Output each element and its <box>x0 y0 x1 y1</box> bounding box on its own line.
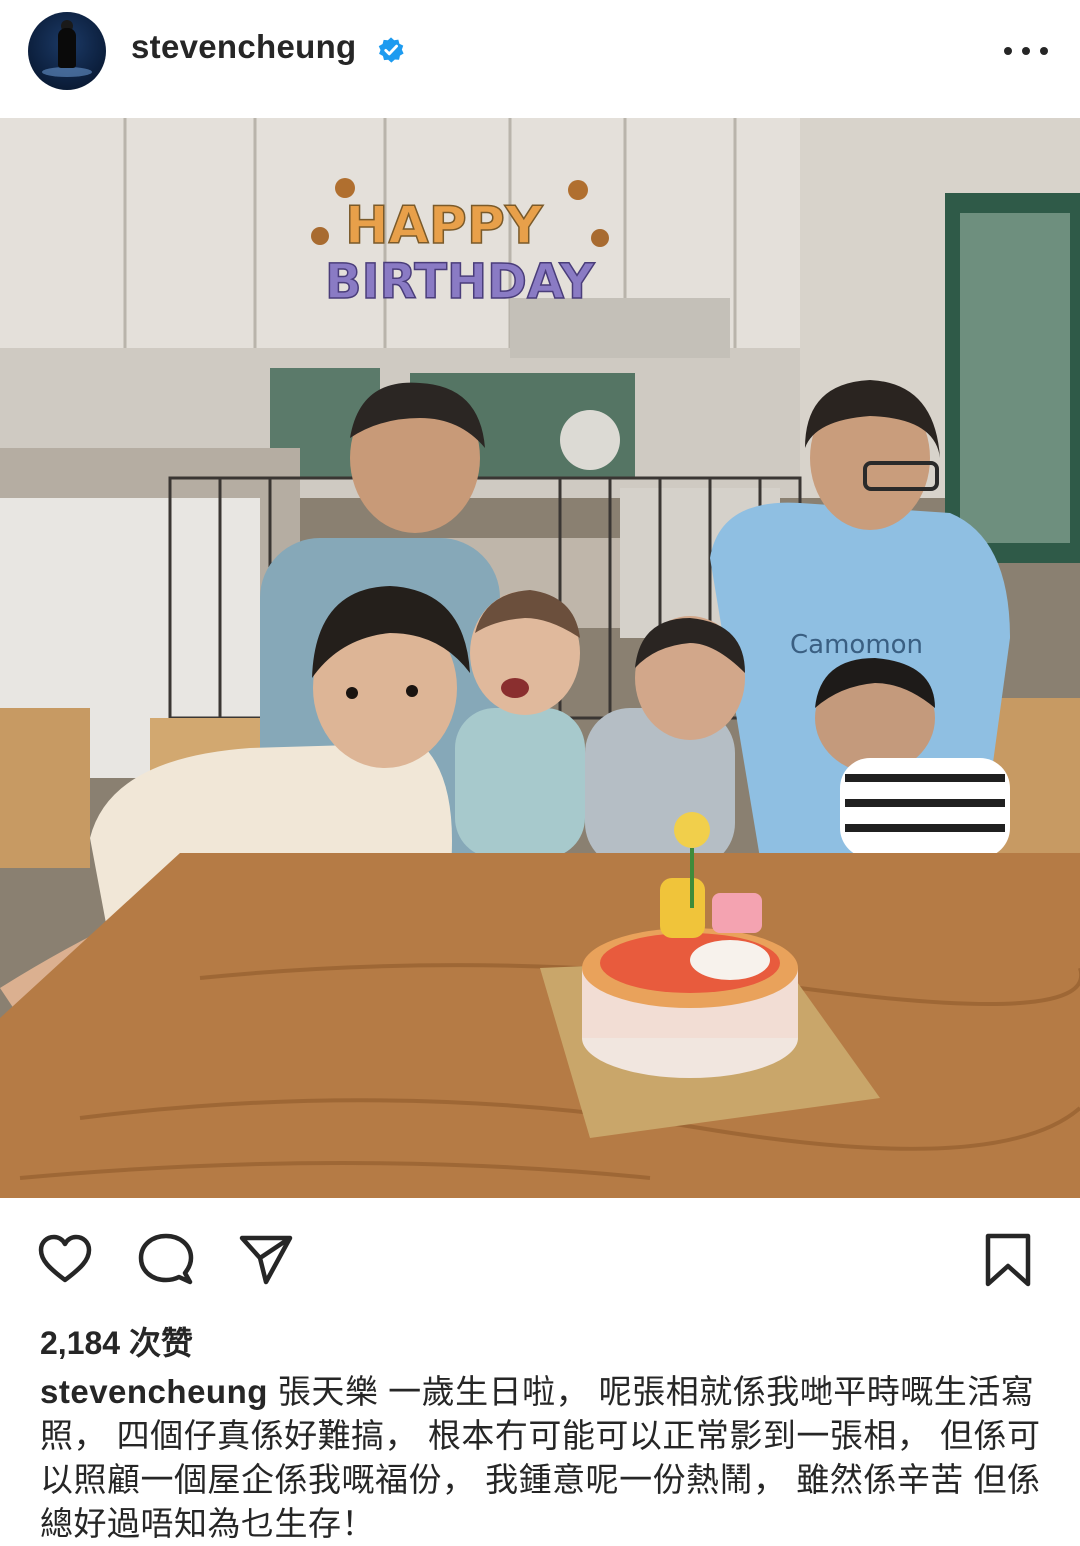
likes-count[interactable]: 2,184 次赞 <box>40 1318 193 1364</box>
banner-happy: HAPPY <box>345 196 544 256</box>
avatar-figure <box>58 28 76 68</box>
header-username[interactable]: stevencheung <box>131 28 357 66</box>
send-icon[interactable] <box>238 1232 294 1288</box>
more-options-icon[interactable] <box>1004 44 1048 58</box>
comment-icon[interactable] <box>138 1232 194 1288</box>
banner-birthday: BIRTHDAY <box>325 254 596 310</box>
post-photo[interactable]: HAPPY BIRTHDAY Camomon <box>0 118 1080 1198</box>
post-caption: stevencheung 張天樂 一歲生日啦， 呢張相就係我哋平時嘅生活寫照， 四… <box>40 1370 1050 1546</box>
caption-username[interactable]: stevencheung <box>40 1373 268 1410</box>
verified-badge-icon <box>378 37 404 63</box>
svg-text:Camomon: Camomon <box>790 630 923 660</box>
post-header: stevencheung <box>0 0 1080 118</box>
heart-icon[interactable] <box>37 1232 93 1288</box>
birthday-photo-illustration: HAPPY BIRTHDAY Camomon <box>0 118 1080 1198</box>
profile-avatar[interactable] <box>28 12 106 90</box>
avatar-stage-light <box>42 67 92 77</box>
bookmark-icon[interactable] <box>980 1232 1036 1288</box>
